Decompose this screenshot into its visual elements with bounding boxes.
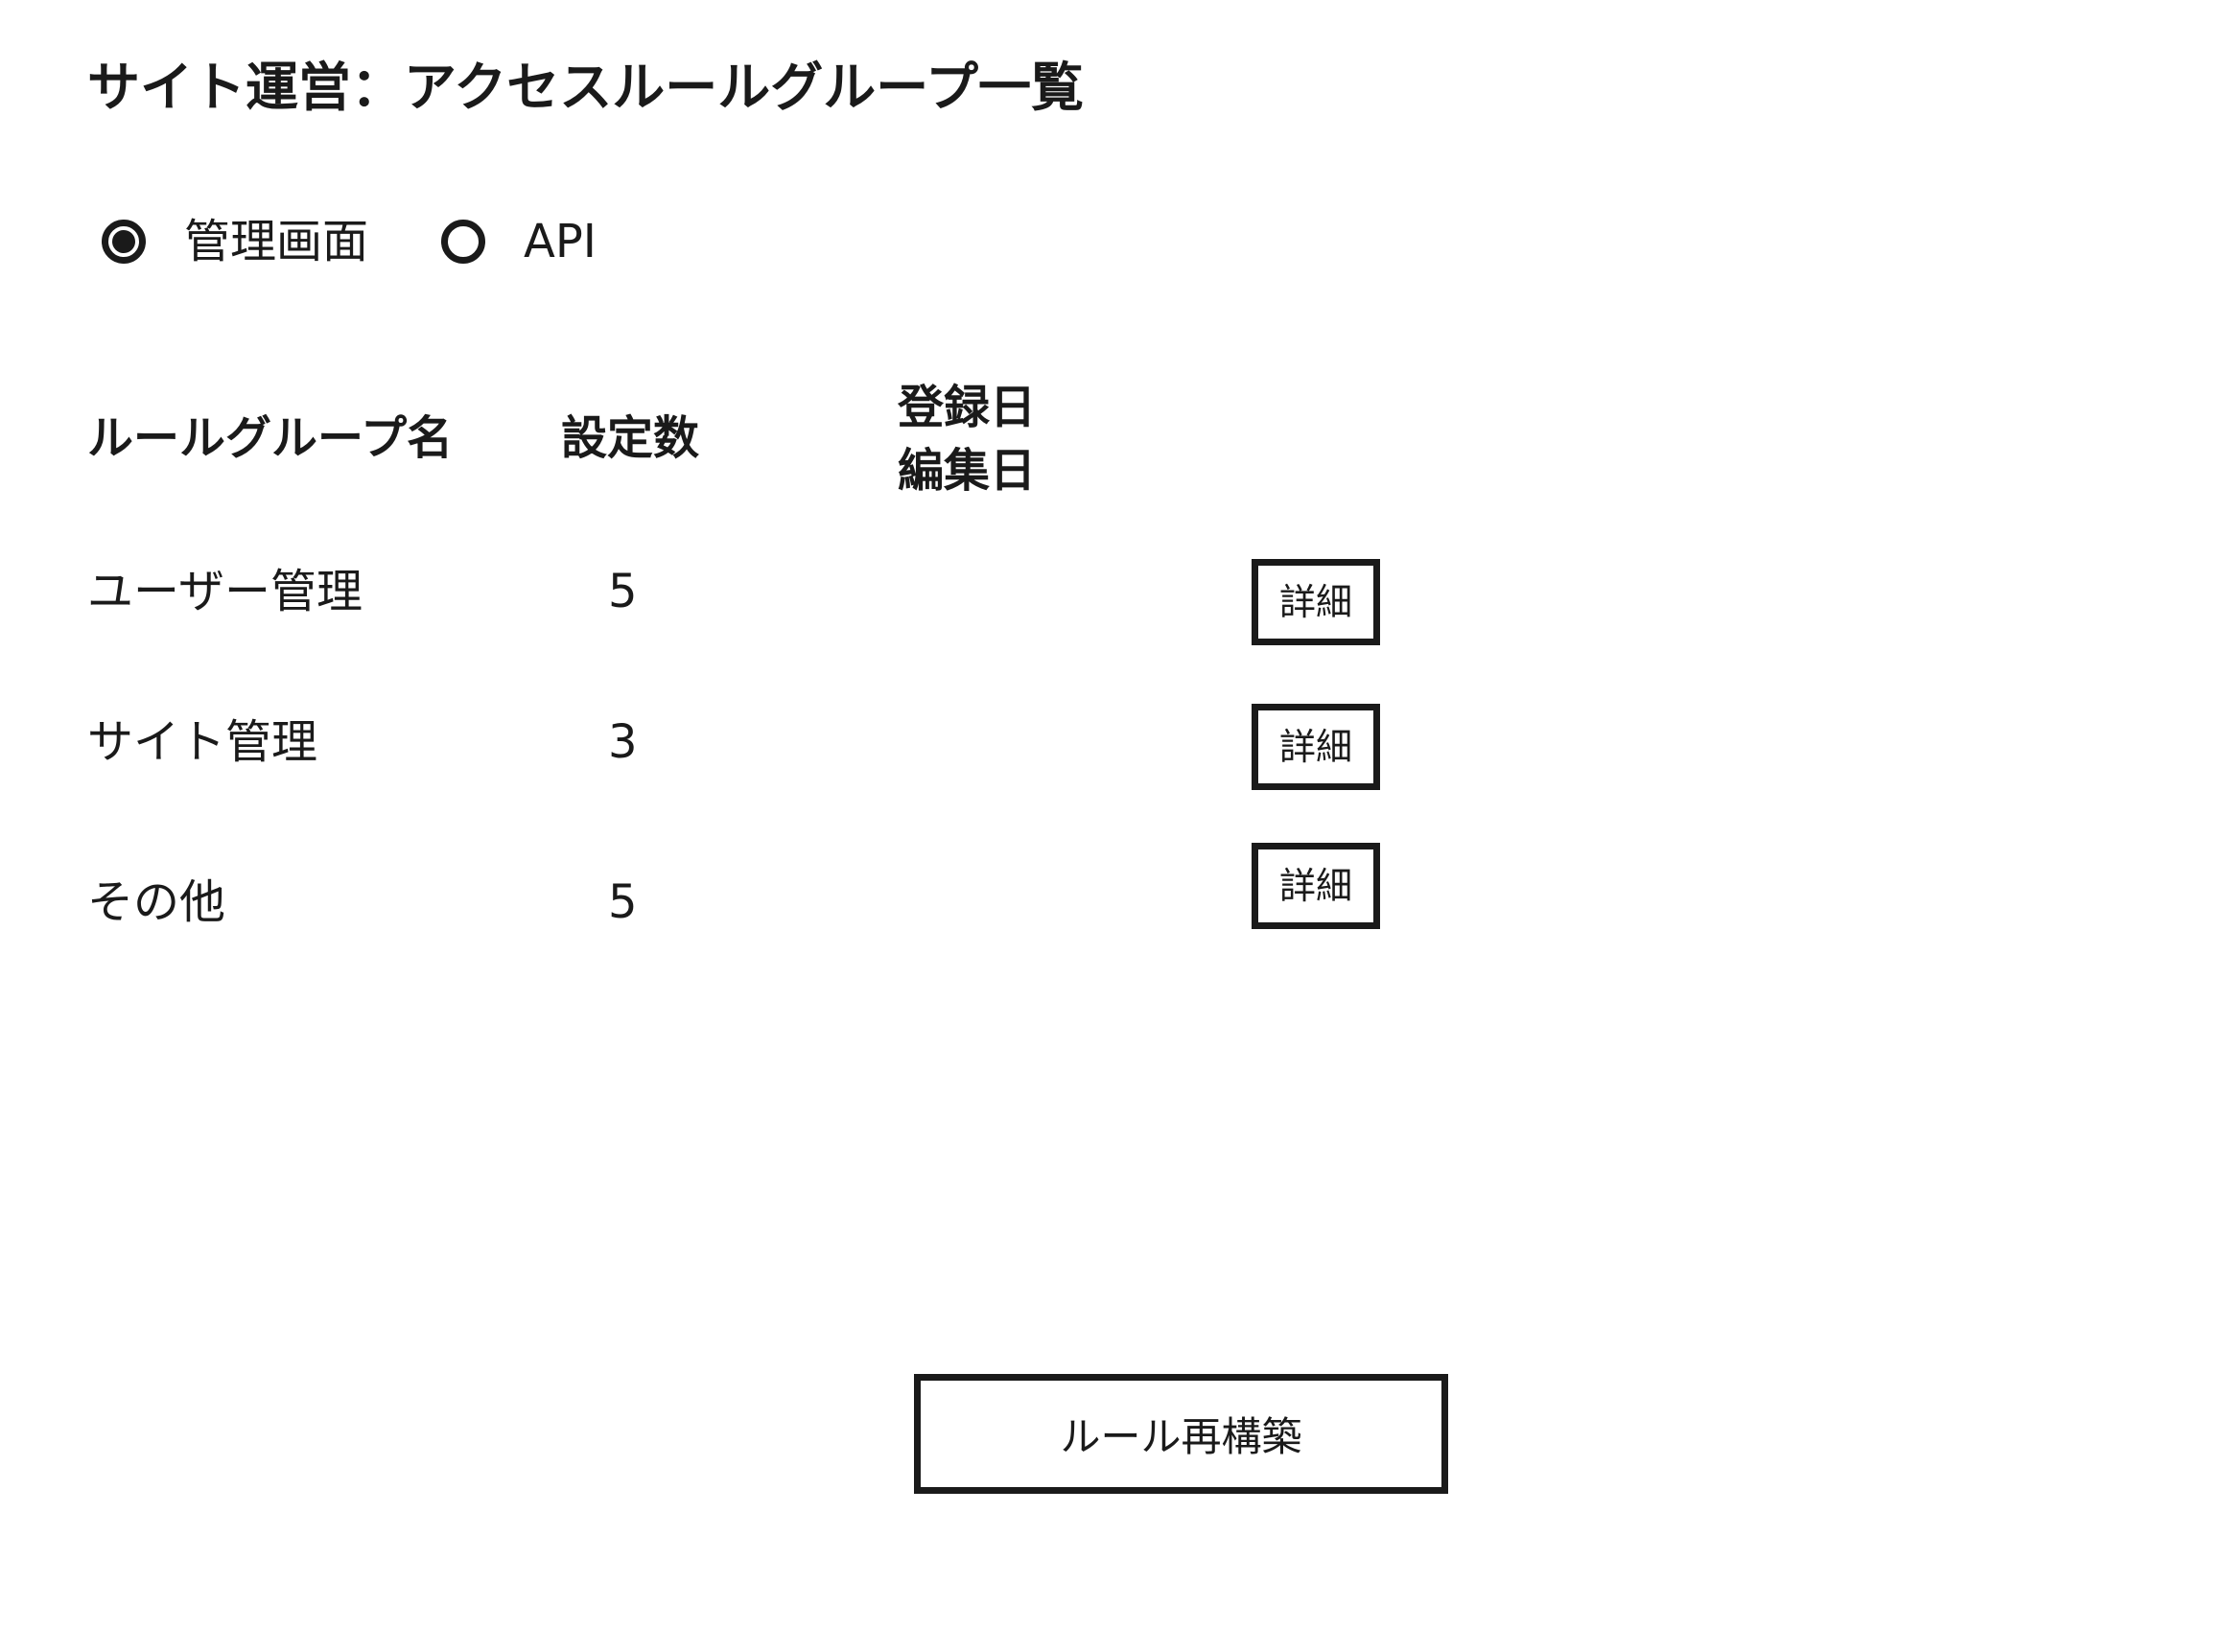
radio-unselected-icon[interactable] (441, 220, 485, 264)
column-header-rule-group-name: ルールグループ名 (87, 411, 454, 465)
row-name-other: その他 (87, 875, 226, 929)
column-header-setting-count: 設定数 (561, 411, 700, 465)
row-name-user-management: ユーザー管理 (87, 565, 363, 618)
radio-option-api[interactable]: API (441, 211, 597, 272)
radio-label-admin: 管理画面 (184, 215, 369, 268)
detail-button-other[interactable]: 詳細 (1252, 843, 1380, 929)
row-count-site-management: 3 (608, 715, 638, 769)
radio-label-api: API (524, 215, 597, 268)
radio-selected-icon[interactable] (102, 220, 146, 264)
row-count-other: 5 (608, 875, 638, 929)
detail-button-user-management[interactable]: 詳細 (1252, 559, 1380, 645)
rebuild-rules-button[interactable]: ルール再構築 (914, 1374, 1448, 1494)
row-name-site-management: サイト管理 (87, 715, 318, 769)
radio-option-admin[interactable]: 管理画面 (102, 211, 368, 272)
page-title: サイト運営：アクセスルールグループ一覧 (87, 57, 1084, 118)
column-header-dates: 登録日 編集日 (898, 376, 1036, 502)
row-count-user-management: 5 (608, 565, 638, 618)
column-header-registered-date: 登録日 (898, 381, 1037, 434)
column-header-edited-date: 編集日 (898, 444, 1037, 498)
detail-button-site-management[interactable]: 詳細 (1252, 704, 1380, 790)
